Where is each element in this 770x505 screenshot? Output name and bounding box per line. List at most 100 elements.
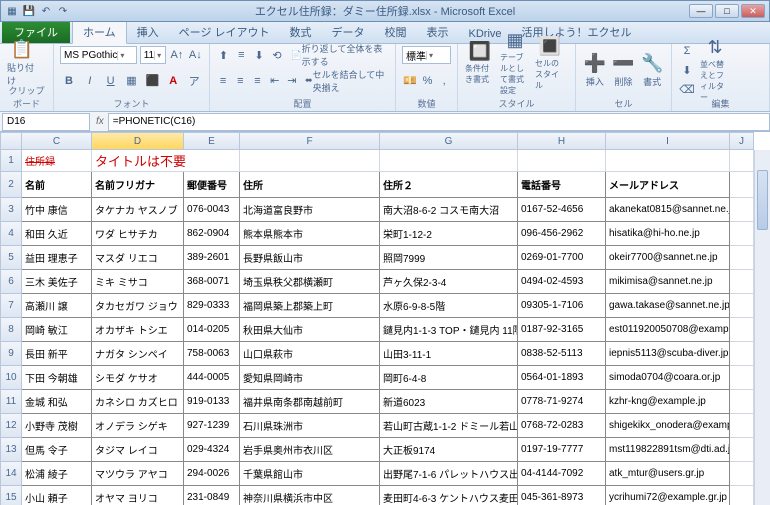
ribbon-tab[interactable]: 数式 — [280, 21, 322, 43]
cell[interactable]: ミキ ミサコ — [92, 270, 184, 294]
cell[interactable]: 電話番号 — [518, 172, 606, 198]
orientation-icon[interactable]: ⟲ — [270, 46, 285, 64]
cell[interactable]: タケナカ ヤスノブ — [92, 198, 184, 222]
cell[interactable]: 和田 久近 — [22, 222, 92, 246]
ribbon-tab[interactable]: データ — [322, 21, 375, 43]
ribbon-tab[interactable]: 挿入 — [127, 21, 169, 43]
cell[interactable]: 829-0333 — [184, 294, 240, 318]
cell[interactable]: 名前フリガナ — [92, 172, 184, 198]
cell[interactable]: 04-4144-7092 — [518, 462, 606, 486]
currency-icon[interactable]: 💴 — [402, 72, 418, 90]
cell[interactable]: 秋田県大仙市 — [240, 318, 380, 342]
cell[interactable]: 096-456-2962 — [518, 222, 606, 246]
cell[interactable]: 0167-52-4656 — [518, 198, 606, 222]
cell[interactable]: 出野尾7-1-6 パレットハウス出野尾 1F — [380, 462, 518, 486]
row-header[interactable]: 13 — [0, 438, 22, 462]
ribbon-tab[interactable]: 活用しよう！エクセル — [512, 21, 642, 43]
cell[interactable]: 竹中 康信 — [22, 198, 92, 222]
cell[interactable] — [730, 198, 754, 222]
align-middle-icon[interactable]: ≡ — [234, 46, 249, 64]
row-header[interactable]: 15 — [0, 486, 22, 505]
align-center-icon[interactable]: ≡ — [233, 72, 247, 90]
column-header[interactable]: G — [380, 132, 518, 150]
select-all-corner[interactable] — [0, 132, 22, 150]
cell[interactable] — [730, 270, 754, 294]
cell[interactable]: 0778-71-9274 — [518, 390, 606, 414]
cell[interactable]: 石川県珠洲市 — [240, 414, 380, 438]
autosum-icon[interactable]: Σ — [678, 42, 696, 60]
cell[interactable]: atk_mtur@users.gr.jp — [606, 462, 730, 486]
save-icon[interactable]: 💾 — [22, 4, 36, 18]
cell[interactable]: shigekikx_onodera@example.gr.jp — [606, 414, 730, 438]
cell[interactable]: 住所録 — [22, 150, 92, 172]
cell[interactable]: 麦田町4-6-3 ケントハウス麦田町5F — [380, 486, 518, 505]
cell[interactable]: 熊本県熊本市 — [240, 222, 380, 246]
align-left-icon[interactable]: ≡ — [216, 72, 230, 90]
formula-input[interactable]: =PHONETIC(C16) — [108, 113, 770, 131]
ribbon-tab[interactable]: 校閲 — [375, 21, 417, 43]
cell[interactable]: 神奈川県横浜市中区 — [240, 486, 380, 505]
phonetic-icon[interactable]: ア — [185, 72, 203, 90]
cell[interactable] — [730, 486, 754, 505]
cell[interactable]: 0197-19-7777 — [518, 438, 606, 462]
row-header[interactable]: 6 — [0, 270, 22, 294]
minimize-button[interactable]: — — [689, 4, 713, 18]
number-format-box[interactable]: 標準▾ — [402, 46, 451, 64]
fx-icon[interactable]: fx — [92, 116, 108, 127]
maximize-button[interactable]: □ — [715, 4, 739, 18]
cell[interactable]: 294-0026 — [184, 462, 240, 486]
worksheet-grid[interactable]: CDEFGHIJ 1住所録タイトルは不要2名前名前フリガナ郵便番号住所住所２電話… — [0, 132, 770, 505]
cell[interactable]: シモダ ケサオ — [92, 366, 184, 390]
cell[interactable]: 北海道富良野市 — [240, 198, 380, 222]
font-size-box[interactable]: 11▾ — [140, 46, 166, 64]
cell[interactable]: 下田 今朝雄 — [22, 366, 92, 390]
row-header[interactable]: 11 — [0, 390, 22, 414]
cell[interactable] — [730, 150, 754, 172]
column-header[interactable]: I — [606, 132, 730, 150]
delete-cells-button[interactable]: ➖削除 — [611, 53, 637, 87]
cell[interactable]: mst119822891tsm@dti.ad.jp — [606, 438, 730, 462]
cell[interactable]: 076-0043 — [184, 198, 240, 222]
conditional-format-button[interactable]: 🔲条件付き書式 — [464, 46, 496, 80]
cell[interactable]: 山田3-11-1 — [380, 342, 518, 366]
cell[interactable]: 栄町1-12-2 — [380, 222, 518, 246]
cell[interactable]: 照岡7999 — [380, 246, 518, 270]
sort-filter-button[interactable]: ⇅並べ替えとフィルター — [699, 53, 731, 87]
row-header[interactable]: 2 — [0, 172, 22, 198]
cell[interactable]: タジマ レイコ — [92, 438, 184, 462]
cell[interactable]: マツウラ アヤコ — [92, 462, 184, 486]
cell[interactable]: ワダ ヒサチカ — [92, 222, 184, 246]
cell[interactable] — [730, 318, 754, 342]
indent-inc-icon[interactable]: ⇥ — [285, 72, 299, 90]
cell[interactable]: マスダ リエコ — [92, 246, 184, 270]
cell[interactable] — [730, 172, 754, 198]
cell[interactable]: 大正板9174 — [380, 438, 518, 462]
cell[interactable]: hisatika@hi-ho.ne.jp — [606, 222, 730, 246]
cell[interactable]: 029-4324 — [184, 438, 240, 462]
indent-dec-icon[interactable]: ⇤ — [268, 72, 282, 90]
cell[interactable]: 福井県南条郡南越前町 — [240, 390, 380, 414]
merge-center-button[interactable]: ⬌セルを結合して中央揃え — [302, 72, 389, 90]
cell[interactable] — [380, 150, 518, 172]
align-right-icon[interactable]: ≡ — [250, 72, 264, 90]
cell[interactable]: 927-1239 — [184, 414, 240, 438]
column-header[interactable]: F — [240, 132, 380, 150]
cell[interactable] — [730, 222, 754, 246]
row-header[interactable]: 14 — [0, 462, 22, 486]
cell[interactable]: 862-0904 — [184, 222, 240, 246]
row-header[interactable]: 8 — [0, 318, 22, 342]
cell[interactable]: 368-0071 — [184, 270, 240, 294]
cell[interactable]: 芦ヶ久保2-3-4 — [380, 270, 518, 294]
cell[interactable]: 福岡県築上郡築上町 — [240, 294, 380, 318]
cell[interactable]: 231-0849 — [184, 486, 240, 505]
row-header[interactable]: 12 — [0, 414, 22, 438]
cell[interactable] — [606, 150, 730, 172]
percent-icon[interactable]: % — [421, 72, 435, 90]
row-header[interactable]: 5 — [0, 246, 22, 270]
clear-icon[interactable]: ⌫ — [678, 80, 696, 98]
cell[interactable] — [730, 462, 754, 486]
comma-icon[interactable]: , — [437, 72, 451, 90]
cell[interactable]: simoda0704@coara.or.jp — [606, 366, 730, 390]
name-box[interactable]: D16 — [2, 113, 90, 131]
cell[interactable]: 山口県萩市 — [240, 342, 380, 366]
